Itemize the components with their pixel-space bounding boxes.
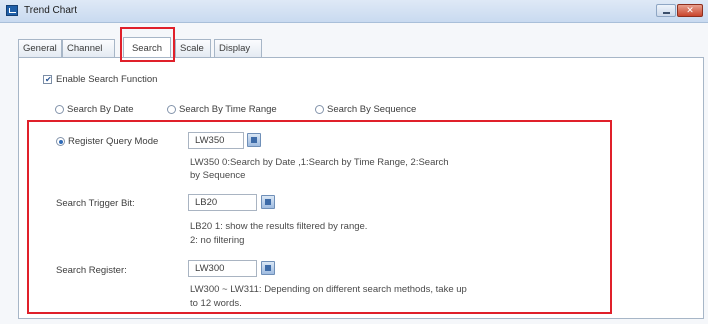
register-query-mode-label: Register Query Mode bbox=[68, 136, 159, 147]
tab-general[interactable]: General bbox=[18, 39, 62, 57]
register-query-desc-line1: LW350 0:Search by Date ,1:Search by Time… bbox=[190, 157, 449, 168]
search-trigger-bit-label: Search Trigger Bit: bbox=[56, 198, 135, 209]
app-icon bbox=[6, 5, 18, 16]
close-button[interactable]: ✕ bbox=[677, 4, 703, 17]
radio-search-by-sequence[interactable] bbox=[315, 105, 324, 114]
register-query-mode-field[interactable]: LW350 bbox=[188, 132, 244, 149]
search-trigger-bit-desc-line2: 2: no filtering bbox=[190, 235, 245, 246]
radio-search-by-date-label: Search By Date bbox=[67, 104, 134, 115]
radio-register-query-mode[interactable] bbox=[56, 137, 65, 146]
radio-search-by-time-range-label: Search By Time Range bbox=[179, 104, 277, 115]
window-title: Trend Chart bbox=[24, 5, 77, 16]
radio-search-by-time-range[interactable] bbox=[167, 105, 176, 114]
tab-display[interactable]: Display bbox=[214, 39, 262, 57]
search-trigger-bit-field[interactable]: LB20 bbox=[188, 194, 257, 211]
address-picker-icon[interactable] bbox=[261, 195, 275, 209]
search-tab-panel bbox=[18, 57, 704, 319]
check-icon: ✔ bbox=[45, 75, 52, 84]
title-bar: Trend Chart ✕ bbox=[0, 0, 708, 23]
search-register-desc-line1: LW300 ~ LW311: Depending on different se… bbox=[190, 284, 467, 295]
minimize-button[interactable] bbox=[656, 4, 676, 17]
enable-search-label: Enable Search Function bbox=[56, 74, 158, 85]
tab-search[interactable]: Search bbox=[123, 37, 171, 57]
address-picker-icon[interactable] bbox=[247, 133, 261, 147]
search-register-field[interactable]: LW300 bbox=[188, 260, 257, 277]
trend-chart-window: Trend Chart ✕ General Channel Search Sca… bbox=[0, 0, 708, 324]
search-register-label: Search Register: bbox=[56, 265, 127, 276]
address-picker-icon[interactable] bbox=[261, 261, 275, 275]
radio-search-by-sequence-label: Search By Sequence bbox=[327, 104, 417, 115]
search-register-desc-line2: to 12 words. bbox=[190, 298, 242, 309]
search-trigger-bit-desc-line1: LB20 1: show the results filtered by ran… bbox=[190, 221, 368, 232]
tab-scale[interactable]: Scale bbox=[175, 39, 211, 57]
radio-search-by-date[interactable] bbox=[55, 105, 64, 114]
enable-search-checkbox[interactable]: ✔ bbox=[43, 75, 52, 84]
register-query-desc-line2: by Sequence bbox=[190, 170, 246, 181]
tab-channel[interactable]: Channel bbox=[62, 39, 115, 57]
